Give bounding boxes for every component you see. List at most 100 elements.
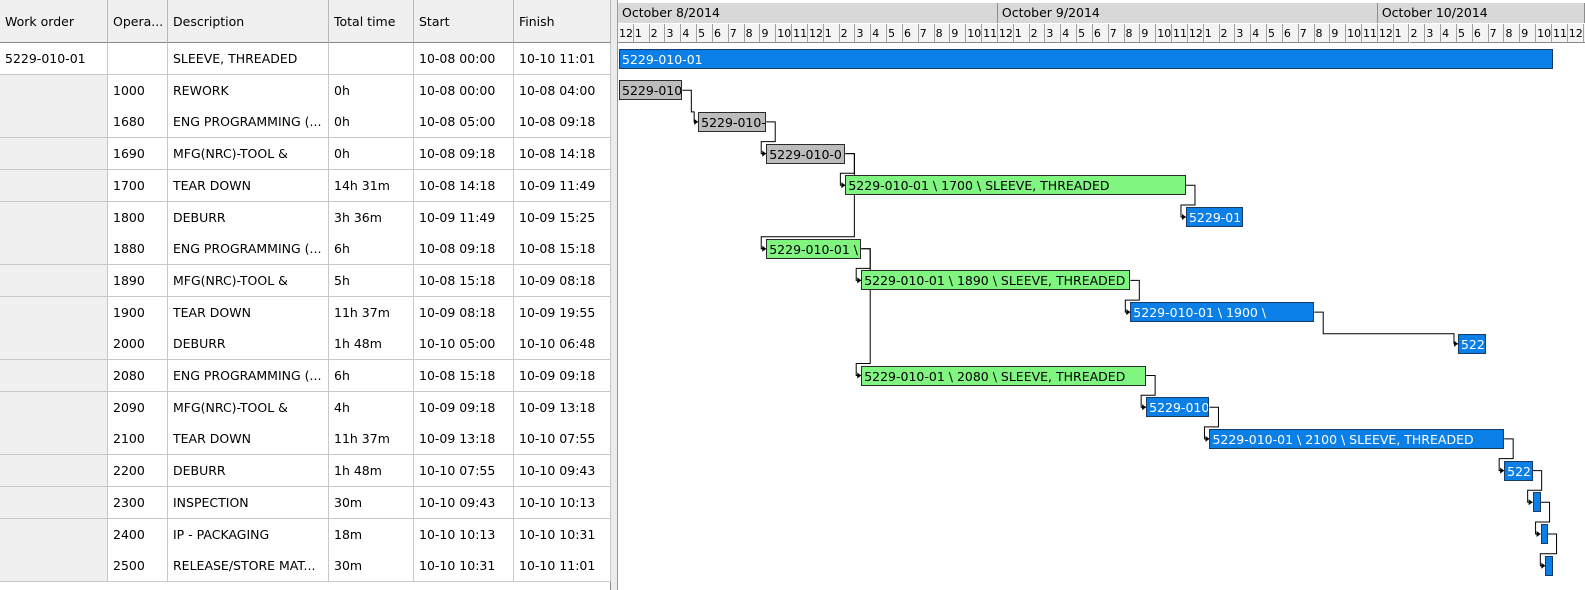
operation-bar[interactable]: 522 bbox=[1457, 333, 1487, 354]
cell-operation: 1800 bbox=[108, 201, 168, 234]
cell-operation: 2500 bbox=[108, 550, 168, 583]
cell-total-time: 4h bbox=[329, 391, 414, 424]
operation-bar[interactable] bbox=[1540, 524, 1548, 544]
cell-operation: 1880 bbox=[108, 233, 168, 266]
cell-total-time: 0h bbox=[329, 138, 414, 171]
operation-bar[interactable]: 5229-010-01 \ 1900 \ bbox=[1130, 302, 1315, 323]
table-row[interactable]: 2090 MFG(NRC)-TOOL & 4h 10-09 09:18 10-09 13… bbox=[0, 391, 611, 424]
cell-start: 10-08 09:18 bbox=[414, 233, 514, 266]
table-row[interactable]: 2400 IP - PACKAGING 18m 10-10 10:13 10-10 10… bbox=[0, 518, 611, 551]
operation-bar[interactable]: 5229-010 bbox=[619, 80, 683, 101]
cell-total-time: 0h bbox=[329, 106, 414, 139]
cell-finish: 10-08 04:00 bbox=[514, 74, 611, 107]
cell-finish: 10-10 10:31 bbox=[514, 518, 611, 551]
cell-description: RELEASE/STORE MAT... bbox=[168, 550, 329, 583]
dependency-link bbox=[1314, 311, 1458, 345]
cell-start: 10-10 10:13 bbox=[414, 518, 514, 551]
cell-start: 10-08 05:00 bbox=[414, 106, 514, 139]
pane-splitter[interactable] bbox=[611, 0, 618, 590]
cell-finish: 10-10 10:13 bbox=[514, 486, 611, 519]
column-header-start[interactable]: Start bbox=[414, 0, 514, 43]
cell-start: 10-09 08:18 bbox=[414, 296, 514, 329]
operation-bar[interactable]: 5229-01 bbox=[1185, 207, 1243, 227]
cell-description: ENG PROGRAMMING (... bbox=[168, 106, 329, 139]
operation-bar[interactable] bbox=[1545, 555, 1554, 576]
column-header-total-time[interactable]: Total time bbox=[329, 0, 414, 43]
cell-finish: 10-09 15:25 bbox=[514, 201, 611, 234]
cell-total-time: 14h 31m bbox=[329, 169, 414, 202]
table-row[interactable]: 1700 TEAR DOWN 14h 31m 10-08 14:18 10-09 11:… bbox=[0, 169, 611, 202]
table-row[interactable]: 2500 RELEASE/STORE MAT... 30m 10-10 10:31 10… bbox=[0, 550, 611, 583]
cell-finish: 10-10 06:48 bbox=[514, 328, 611, 361]
cell-total-time: 18m bbox=[329, 518, 414, 551]
cell-operation: 1700 bbox=[108, 169, 168, 202]
table-row[interactable]: 1890 MFG(NRC)-TOOL & 5h 10-08 15:18 10-09 08… bbox=[0, 264, 611, 297]
cell-start: 10-08 00:00 bbox=[414, 43, 514, 75]
cell-finish: 10-10 09:43 bbox=[514, 455, 611, 488]
cell-operation: 2100 bbox=[108, 423, 168, 456]
cell-start: 10-10 07:55 bbox=[414, 455, 514, 488]
cell-operation: 2200 bbox=[108, 455, 168, 488]
operation-bar[interactable]: 5229-010- bbox=[698, 111, 767, 132]
cell-total-time: 6h bbox=[329, 233, 414, 266]
cell-description: DEBURR bbox=[168, 328, 329, 361]
cell-description: ENG PROGRAMMING (... bbox=[168, 233, 329, 266]
cell-work-order bbox=[0, 106, 108, 139]
operation-bar[interactable]: 5229-010-01 \ 1890 \ SLEEVE, THREADED bbox=[861, 270, 1131, 291]
column-header-operation[interactable]: Opera... bbox=[108, 0, 168, 43]
column-header-finish[interactable]: Finish bbox=[514, 0, 611, 43]
table-row[interactable]: 2200 DEBURR 1h 48m 10-10 07:55 10-10 09:43 bbox=[0, 455, 611, 488]
cell-operation: 2300 bbox=[108, 486, 168, 519]
table-row[interactable]: 1900 TEAR DOWN 11h 37m 10-09 08:18 10-09 19:… bbox=[0, 296, 611, 329]
dependency-link bbox=[855, 248, 871, 376]
table-row[interactable]: 1000 REWORK 0h 10-08 00:00 10-08 04:00 bbox=[0, 74, 611, 107]
cell-work-order bbox=[0, 360, 108, 392]
cell-finish: 10-09 08:18 bbox=[514, 264, 611, 297]
column-header-description[interactable]: Description bbox=[168, 0, 329, 43]
table-row[interactable]: 5229-010-01 SLEEVE, THREADED 10-08 00:00 10… bbox=[0, 43, 611, 75]
operation-bar[interactable] bbox=[1532, 492, 1541, 513]
operation-bar[interactable]: 522 bbox=[1504, 460, 1533, 481]
cell-finish: 10-09 11:49 bbox=[514, 169, 611, 202]
table-row[interactable]: 1690 MFG(NRC)-TOOL & 0h 10-08 09:18 10-08 14… bbox=[0, 138, 611, 171]
operation-bar[interactable]: 5229-010-01 \ 1700 \ SLEEVE, THREADED bbox=[845, 175, 1186, 196]
table-row[interactable]: 2300 INSPECTION 30m 10-10 09:43 10-10 10:13 bbox=[0, 486, 611, 519]
table-row[interactable]: 1680 ENG PROGRAMMING (... 0h 10-08 05:00 10-… bbox=[0, 106, 611, 139]
cell-total-time: 6h bbox=[329, 360, 414, 392]
cell-total-time: 1h 48m bbox=[329, 328, 414, 361]
operation-bar[interactable]: 5229-010-01 \ 2100 \ SLEEVE, THREADED bbox=[1209, 428, 1505, 449]
cell-work-order bbox=[0, 296, 108, 329]
cell-total-time: 3h 36m bbox=[329, 201, 414, 234]
gantt-chart: October 8/2014 12 1 2 3 4 5 6 7 8 9 10 11 12 1 2 3 4 5 6 7 8 9… bbox=[618, 0, 1585, 590]
cell-finish: 10-08 15:18 bbox=[514, 233, 611, 266]
table-row[interactable]: 2100 TEAR DOWN 11h 37m 10-09 13:18 10-10 07:… bbox=[0, 423, 611, 456]
cell-work-order bbox=[0, 169, 108, 202]
cell-work-order bbox=[0, 486, 108, 519]
cell-work-order bbox=[0, 455, 108, 488]
work-order-summary-bar[interactable]: 5229-010-01 bbox=[619, 48, 1554, 69]
table-row[interactable]: 1800 DEBURR 3h 36m 10-09 11:49 10-09 15:25 bbox=[0, 201, 611, 234]
cell-description: TEAR DOWN bbox=[168, 169, 329, 202]
operation-bar[interactable]: 5229-010-01 \ bbox=[766, 238, 862, 259]
cell-operation: 1900 bbox=[108, 296, 168, 329]
cell-start: 10-08 09:18 bbox=[414, 138, 514, 171]
cell-start: 10-08 14:18 bbox=[414, 169, 514, 202]
table-row[interactable]: 1880 ENG PROGRAMMING (... 6h 10-08 09:18 10-… bbox=[0, 233, 611, 266]
cell-start: 10-10 05:00 bbox=[414, 328, 514, 361]
table-row[interactable]: 2080 ENG PROGRAMMING (... 6h 10-08 15:18 10-… bbox=[0, 360, 611, 392]
cell-start: 10-09 09:18 bbox=[414, 391, 514, 424]
operation-bar[interactable]: 5229-010-01 \ 2080 \ SLEEVE, THREADED bbox=[861, 365, 1147, 386]
cell-finish: 10-09 19:55 bbox=[514, 296, 611, 329]
cell-work-order bbox=[0, 264, 108, 297]
operation-bar[interactable]: 5229-010 bbox=[1146, 397, 1210, 418]
cell-start: 10-10 10:31 bbox=[414, 550, 514, 583]
cell-finish: 10-08 14:18 bbox=[514, 138, 611, 171]
cell-work-order bbox=[0, 138, 108, 171]
column-header-work-order[interactable]: Work order bbox=[0, 0, 108, 43]
dependency-links bbox=[682, 89, 1558, 569]
cell-description: DEBURR bbox=[168, 201, 329, 234]
operation-bar[interactable]: 5229-010-0 bbox=[766, 143, 846, 164]
table-row[interactable]: 2000 DEBURR 1h 48m 10-10 05:00 10-10 06:48 bbox=[0, 328, 611, 361]
cell-finish: 10-09 13:18 bbox=[514, 391, 611, 424]
cell-total-time: 5h bbox=[329, 264, 414, 297]
